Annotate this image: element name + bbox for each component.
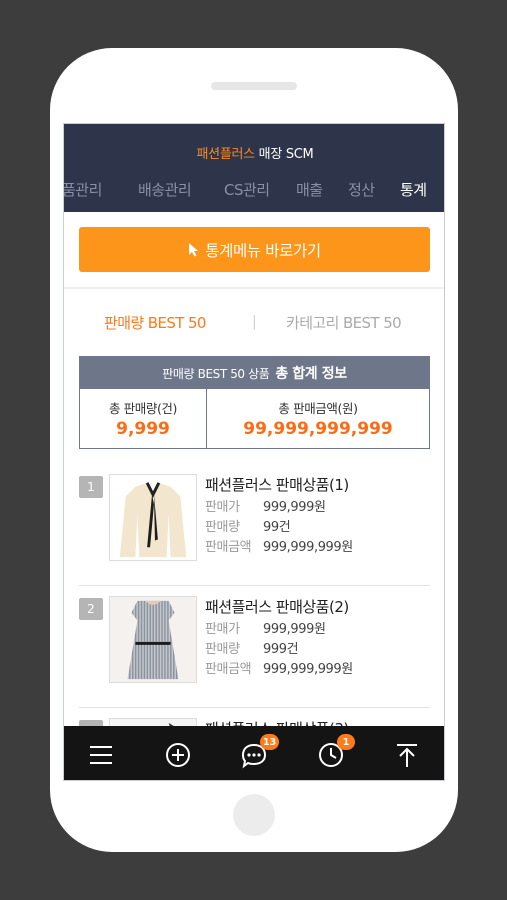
amount-value: 999,999,999원 [263, 662, 353, 677]
brand-title: 패션플러스 매장 SCM [64, 143, 444, 162]
menu-item-cs[interactable]: CS관리 [224, 179, 270, 200]
blouse-image [110, 475, 196, 560]
tab-sales-best[interactable]: 판매량 BEST 50 [104, 312, 206, 333]
product-details: 판매가 999,999원 판매량 99건 판매금액 999,999,999원 [205, 498, 353, 558]
summary-header-sub: 판매량 BEST 50 상품 [162, 366, 270, 381]
qty-label: 판매량 [205, 520, 240, 535]
product-details: 판매가 999,999원 판매량 999건 판매금액 999,999,999원 [205, 620, 353, 680]
app-screen: 패션플러스 매장 SCM 품관리 배송관리 CS관리 매출 정산 통계 통계메뉴… [63, 123, 445, 781]
section-divider [64, 287, 444, 289]
rank-badge: 1 [79, 476, 103, 498]
summary-body: 총 판매량(건) 9,999 총 판매금액(원) 99,999,999,999 [80, 389, 429, 448]
chat-bubble-icon[interactable]: 13 [239, 734, 280, 770]
amount-value: 999,999,999원 [263, 540, 353, 555]
qty-label: 판매량 [205, 642, 240, 657]
app-header: 패션플러스 매장 SCM 품관리 배송관리 CS관리 매출 정산 통계 [64, 124, 444, 212]
price-label: 판매가 [205, 500, 240, 515]
price-value: 999,999원 [263, 622, 326, 637]
statistics-menu-label: 통계메뉴 바로가기 [205, 241, 321, 260]
tab-separator: | [252, 314, 257, 330]
dress-image [110, 597, 196, 682]
summary-header: 판매량 BEST 50 상품 총 합계 정보 [80, 357, 429, 389]
best-tabs: 판매량 BEST 50 | 카테고리 BEST 50 [64, 312, 444, 334]
menu-item-sales[interactable]: 매출 [296, 179, 323, 200]
phone-frame: 패션플러스 매장 SCM 품관리 배송관리 CS관리 매출 정산 통계 통계메뉴… [50, 48, 458, 852]
home-button[interactable] [233, 794, 275, 836]
product-name[interactable]: 패션플러스 판매상품(2) [205, 596, 349, 617]
total-qty-value: 9,999 [116, 419, 170, 439]
clock-icon[interactable]: 1 [316, 734, 355, 770]
bottom-toolbar: 13 1 [64, 726, 444, 780]
menu-item-delivery[interactable]: 배송관리 [138, 179, 192, 200]
top-menu: 품관리 배송관리 CS관리 매출 정산 통계 [64, 179, 444, 201]
list-item[interactable]: 2 패션플러스 판매상품(2) 판매가 999,999원 판매량 999건 판매… [79, 586, 430, 708]
price-label: 판매가 [205, 622, 240, 637]
total-qty-label: 총 판매량(건) [108, 401, 178, 416]
qty-value: 99건 [263, 520, 291, 535]
product-thumbnail[interactable] [109, 596, 197, 683]
plus-circle-icon[interactable] [163, 740, 193, 770]
brand-rest: 매장 SCM [258, 147, 314, 162]
statistics-menu-button[interactable]: 통계메뉴 바로가기 [79, 227, 430, 272]
rank-badge: 2 [79, 598, 103, 620]
brand-highlight: 패션플러스 [196, 147, 256, 162]
clock-badge: 1 [337, 734, 355, 750]
total-qty-cell: 총 판매량(건) 9,999 [80, 389, 207, 448]
product-thumbnail[interactable] [109, 474, 197, 561]
menu-item-product[interactable]: 품관리 [64, 179, 102, 200]
hamburger-icon[interactable] [86, 740, 116, 770]
product-name[interactable]: 패션플러스 판매상품(1) [205, 474, 349, 495]
chat-badge: 13 [260, 734, 280, 750]
arrow-up-icon[interactable] [392, 740, 422, 770]
menu-item-settlement[interactable]: 정산 [348, 179, 375, 200]
amount-label: 판매금액 [205, 540, 252, 555]
menu-item-statistics[interactable]: 통계 [400, 179, 427, 200]
summary-header-title: 총 합계 정보 [275, 366, 347, 382]
total-amount-label: 총 판매금액(원) [278, 401, 358, 416]
qty-value: 999건 [263, 642, 299, 657]
tab-category-best[interactable]: 카테고리 BEST 50 [286, 312, 402, 333]
total-amount-value: 99,999,999,999 [243, 419, 393, 439]
list-item[interactable]: 1 패션플러스 판매상품(1) 판매가 999,999원 판매량 99건 판매금액 9… [79, 464, 430, 586]
price-value: 999,999원 [263, 500, 326, 515]
total-amount-cell: 총 판매금액(원) 99,999,999,999 [207, 389, 429, 448]
phone-speaker [211, 82, 297, 90]
cursor-icon [189, 243, 199, 257]
summary-table: 판매량 BEST 50 상품 총 합계 정보 총 판매량(건) 9,999 총 … [79, 356, 430, 449]
amount-label: 판매금액 [205, 662, 252, 677]
